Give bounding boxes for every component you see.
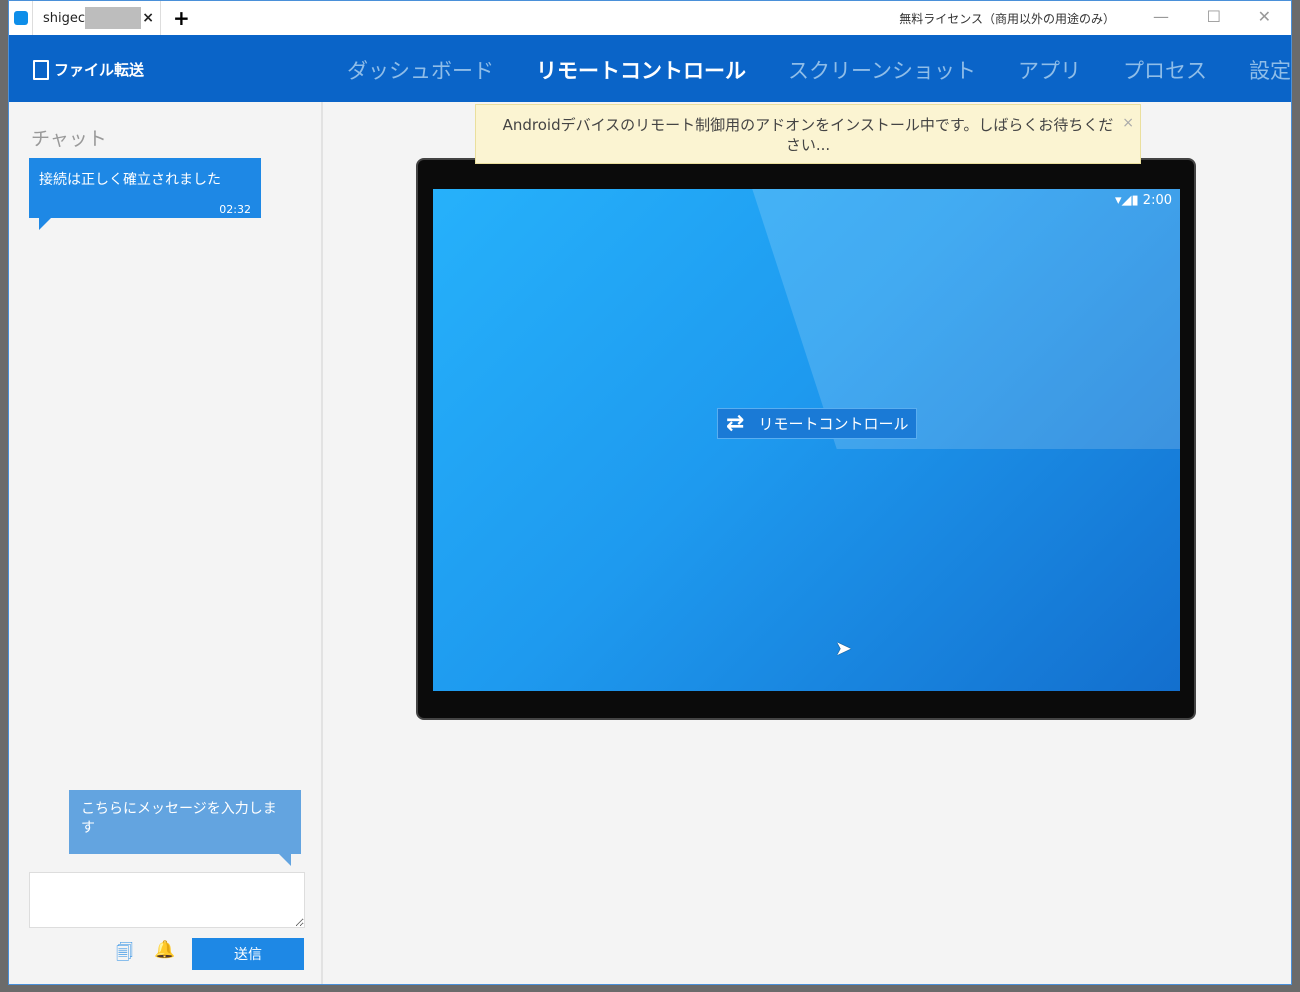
close-button[interactable]: ✕ [1258, 7, 1271, 26]
tab-settings[interactable]: 設定 [1249, 55, 1291, 85]
main-nav: ファイル転送 ダッシュボード リモートコントロール スクリーンショット アプリ … [9, 35, 1291, 102]
chat-input[interactable] [29, 872, 305, 928]
teamviewer-window: shigec × + 無料ライセンス（商用以外の用途のみ） — ☐ ✕ ファイル転… [8, 0, 1292, 985]
message-time: 02:32 [219, 203, 251, 216]
minimize-button[interactable]: — [1153, 7, 1169, 26]
file-transfer-label: ファイル転送 [54, 61, 145, 79]
tab-label: shigec [43, 10, 86, 26]
tab-remote-control[interactable]: リモートコントロール [536, 55, 746, 85]
close-tab-icon[interactable]: × [142, 10, 154, 26]
chat-heading: チャット [31, 128, 107, 150]
chat-panel: チャット 接続は正しく確立されました 02:32 こちらにメッセージを入力します … [9, 102, 323, 984]
status-bar: ▾◢▮ 2:00 [1114, 193, 1172, 208]
install-notice: Androidデバイスのリモート制御用のアドオンをインストール中です。しばらくお… [475, 104, 1141, 164]
tab-processes[interactable]: プロセス [1123, 55, 1207, 85]
license-label: 無料ライセンス（商用以外の用途のみ） [899, 12, 1115, 26]
bell-icon[interactable]: 🔔 [154, 940, 175, 960]
teamviewer-logo-icon [9, 1, 33, 35]
title-bar: shigec × + 無料ライセンス（商用以外の用途のみ） — ☐ ✕ [9, 1, 1291, 35]
tab-dashboard[interactable]: ダッシュボード [347, 55, 494, 85]
notice-text: Androidデバイスのリモート制御用のアドオンをインストール中です。しばらくお… [502, 116, 1114, 154]
chat-message: 接続は正しく確立されました 02:32 [29, 158, 261, 218]
tab-apps[interactable]: アプリ [1018, 55, 1081, 85]
close-notice-icon[interactable]: × [1122, 113, 1134, 133]
device-frame: ▾◢▮ 2:00 ⇄ リモートコントロール ➤ [416, 158, 1196, 720]
tab-screenshot[interactable]: スクリーンショット [788, 55, 976, 85]
maximize-button[interactable]: ☐ [1207, 7, 1221, 26]
file-icon [33, 59, 49, 80]
input-hint-bubble: こちらにメッセージを入力します [69, 790, 301, 866]
file-transfer-button[interactable]: ファイル転送 [33, 59, 144, 80]
message-text: 接続は正しく確立されました [39, 172, 221, 188]
swap-arrows-icon: ⇄ [726, 411, 745, 436]
remote-control-label: リモートコントロール [758, 415, 909, 433]
session-tab[interactable]: shigec × [33, 1, 161, 35]
new-tab-button[interactable]: + [173, 6, 190, 30]
redacted-mask [85, 7, 142, 29]
remote-control-button[interactable]: ⇄ リモートコントロール [717, 408, 917, 439]
mouse-cursor-icon: ➤ [835, 636, 852, 660]
device-screen[interactable]: ▾◢▮ 2:00 ⇄ リモートコントロール ➤ [433, 189, 1180, 691]
file-share-icon[interactable]: 🗐 [116, 940, 133, 969]
send-button[interactable]: 送信 [192, 938, 304, 970]
